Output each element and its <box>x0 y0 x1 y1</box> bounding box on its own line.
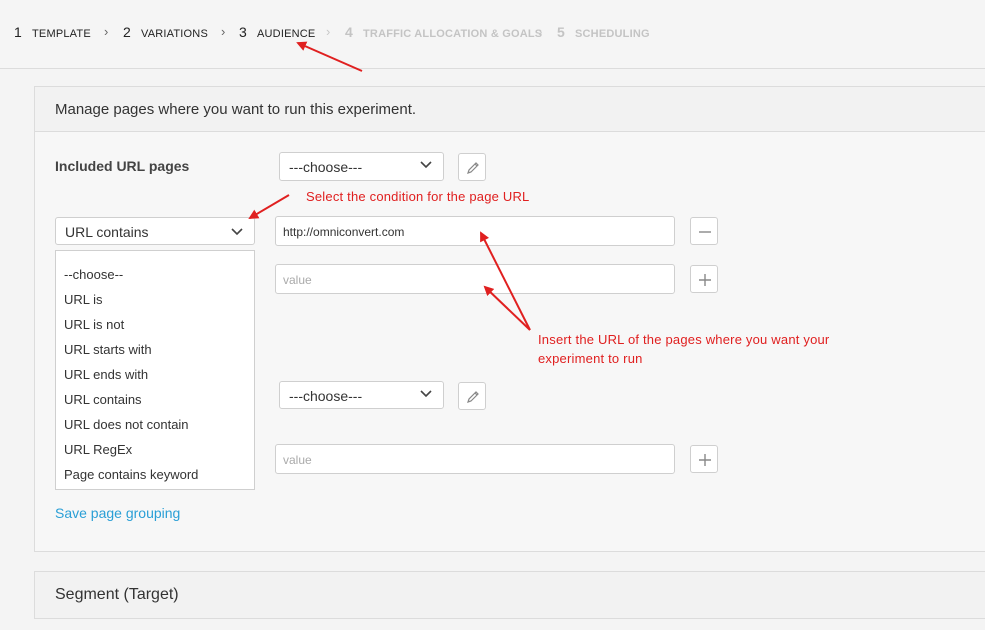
remove-condition-button[interactable] <box>690 217 718 245</box>
second-page-group-select[interactable]: ---choose--- <box>279 381 444 409</box>
chevron-right-icon: › <box>104 24 109 39</box>
url-value-input[interactable]: http://omniconvert.com <box>275 216 675 246</box>
url-condition-select[interactable]: URL contains <box>55 217 255 245</box>
select-value: ---choose--- <box>289 388 363 404</box>
dropdown-option-page-contains-keyword[interactable]: Page contains keyword <box>64 467 198 482</box>
value-input[interactable]: value <box>275 264 675 294</box>
dropdown-option-url-regex[interactable]: URL RegEx <box>64 442 132 457</box>
step-label: SCHEDULING <box>575 28 650 40</box>
step-label: TRAFFIC ALLOCATION & GOALS <box>363 28 543 40</box>
step-label: TEMPLATE <box>32 28 91 40</box>
select-value: URL contains <box>65 224 149 240</box>
chevron-down-icon <box>420 161 432 169</box>
minus-icon <box>699 231 711 233</box>
dropdown-option-choose[interactable]: --choose-- <box>64 267 123 282</box>
step-variations[interactable]: 2 VARIATIONS <box>123 24 208 40</box>
pencil-icon <box>467 162 479 174</box>
edit-group-button-2[interactable] <box>458 382 486 410</box>
value-input-2[interactable]: value <box>275 444 675 474</box>
dropdown-option-url-is[interactable]: URL is <box>64 292 103 307</box>
dropdown-option-url-ends-with[interactable]: URL ends with <box>64 367 148 382</box>
panel-title: Manage pages where you want to run this … <box>55 101 417 118</box>
step-label: VARIATIONS <box>141 28 208 40</box>
step-number: 1 <box>14 24 22 40</box>
step-scheduling: 5 SCHEDULING <box>557 24 650 40</box>
included-url-label: Included URL pages <box>55 158 190 174</box>
step-number: 5 <box>557 24 565 40</box>
dropdown-option-url-contains[interactable]: URL contains <box>64 392 142 407</box>
segment-panel[interactable]: Segment (Target) <box>34 571 985 619</box>
dropdown-option-url-is-not[interactable]: URL is not <box>64 317 124 332</box>
chevron-right-icon: › <box>326 24 331 39</box>
input-value: http://omniconvert.com <box>283 225 405 239</box>
step-traffic-allocation: 4 TRAFFIC ALLOCATION & GOALS <box>345 24 542 40</box>
chevron-down-icon <box>231 228 243 236</box>
plus-icon <box>699 454 711 466</box>
annotation-url-line2: experiment to run <box>538 351 643 366</box>
annotation-url-line1: Insert the URL of the pages where you wa… <box>538 332 830 347</box>
step-number: 3 <box>239 24 247 40</box>
dropdown-option-url-starts-with[interactable]: URL starts with <box>64 342 152 357</box>
save-page-grouping-link[interactable]: Save page grouping <box>55 505 180 521</box>
step-label: AUDIENCE <box>257 28 316 40</box>
step-number: 4 <box>345 24 353 40</box>
chevron-right-icon: › <box>221 24 226 39</box>
select-value: ---choose--- <box>289 159 363 175</box>
chevron-right-icon: › <box>538 24 543 39</box>
input-placeholder: value <box>283 273 312 287</box>
step-template[interactable]: 1 TEMPLATE <box>14 24 91 40</box>
edit-group-button[interactable] <box>458 153 486 181</box>
add-condition-button[interactable] <box>690 265 718 293</box>
dropdown-option-url-does-not-contain[interactable]: URL does not contain <box>64 417 189 432</box>
annotation-condition: Select the condition for the page URL <box>306 189 530 204</box>
panel-header: Manage pages where you want to run this … <box>35 87 985 132</box>
add-condition-button-2[interactable] <box>690 445 718 473</box>
chevron-down-icon <box>420 390 432 398</box>
wizard-step-bar: 1 TEMPLATE › 2 VARIATIONS › 3 AUDIENCE › 4T… <box>0 0 985 69</box>
page-group-select[interactable]: ---choose--- <box>279 152 444 181</box>
plus-icon <box>699 274 711 286</box>
url-condition-dropdown: --choose-- URL is URL is not URL starts … <box>55 250 255 490</box>
step-audience[interactable]: 3 AUDIENCE <box>239 24 315 40</box>
segment-title: Segment (Target) <box>55 586 179 603</box>
step-number: 2 <box>123 24 131 40</box>
pencil-icon <box>467 391 479 403</box>
input-placeholder: value <box>283 453 312 467</box>
